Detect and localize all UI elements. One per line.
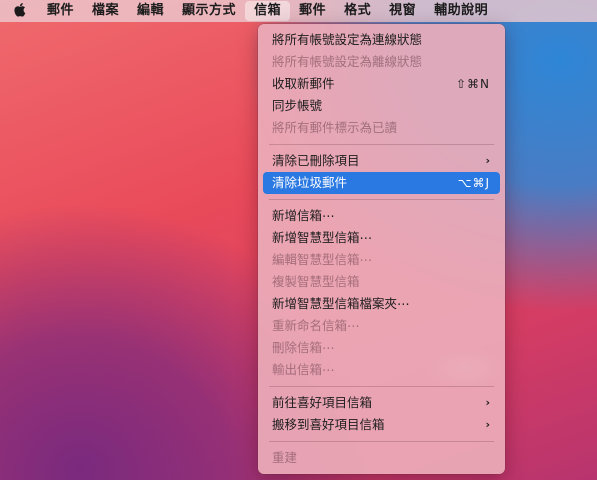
menubar-item-view[interactable]: 顯示方式 <box>173 0 245 22</box>
menu-item-get-new-mail[interactable]: 收取新郵件 ⇧⌘N <box>263 73 500 95</box>
menu-item-delete-mailbox: 刪除信箱⋯ <box>263 337 500 359</box>
menu-item-export-mailbox: 輸出信箱⋯ <box>263 359 500 381</box>
menu-item-label: 清除垃圾郵件 <box>272 175 348 190</box>
menu-item-synchronize-accounts[interactable]: 同步帳號 <box>263 95 500 117</box>
menu-item-duplicate-smart-mailbox: 複製智慧型信箱 <box>263 271 500 293</box>
menu-item-rebuild: 重建 <box>263 447 500 469</box>
apple-logo-icon <box>13 2 25 17</box>
desktop-wallpaper: 郵件 檔案 編輯 顯示方式 信箱 郵件 格式 視窗 輔助說明 將所有帳號設定為連… <box>0 0 597 480</box>
keyboard-shortcut: ⌥⌘J <box>457 176 490 190</box>
menu-item-new-smart-mailbox-folder[interactable]: 新增智慧型信箱檔案夾⋯ <box>263 293 500 315</box>
menubar-item-mail[interactable]: 郵件 <box>38 0 83 22</box>
menu-item-rename-mailbox: 重新命名信箱⋯ <box>263 315 500 337</box>
menu-separator <box>269 199 494 200</box>
menu-item-label: 將所有郵件標示為已讀 <box>272 120 398 135</box>
menu-item-label: 清除已刪除項目 <box>272 153 360 168</box>
menu-item-new-smart-mailbox[interactable]: 新增智慧型信箱⋯ <box>263 227 500 249</box>
menubar-item-mailbox[interactable]: 信箱 <box>245 1 291 21</box>
menu-item-label: 新增智慧型信箱⋯ <box>272 230 373 245</box>
chevron-right-icon: › <box>485 396 490 409</box>
menubar-item-message[interactable]: 郵件 <box>290 0 335 22</box>
menubar-item-file[interactable]: 檔案 <box>83 0 128 22</box>
apple-menu-icon[interactable] <box>0 2 38 21</box>
menu-item-move-to-favorite-mailbox[interactable]: 搬移到喜好項目信箱 › <box>263 414 500 436</box>
chevron-right-icon: › <box>485 154 490 167</box>
menubar-item-help[interactable]: 輔助說明 <box>425 0 497 22</box>
menu-item-label: 重新命名信箱⋯ <box>272 318 360 333</box>
menu-bar: 郵件 檔案 編輯 顯示方式 信箱 郵件 格式 視窗 輔助說明 <box>0 0 597 22</box>
menu-item-take-all-offline: 將所有帳號設定為離線狀態 <box>263 51 500 73</box>
menu-item-label: 同步帳號 <box>272 98 323 113</box>
menu-separator <box>269 441 494 442</box>
menubar-item-format[interactable]: 格式 <box>335 0 380 22</box>
menu-item-take-all-online[interactable]: 將所有帳號設定為連線狀態 <box>263 29 500 51</box>
menubar-item-edit[interactable]: 編輯 <box>128 0 173 22</box>
menu-item-label: 搬移到喜好項目信箱 <box>272 417 385 432</box>
menu-item-go-to-favorite-mailbox[interactable]: 前往喜好項目信箱 › <box>263 392 500 414</box>
menu-item-label: 重建 <box>272 450 298 465</box>
menubar-item-window[interactable]: 視窗 <box>380 0 425 22</box>
menu-item-label: 新增信箱⋯ <box>272 208 335 223</box>
menu-separator <box>269 386 494 387</box>
menu-item-label: 刪除信箱⋯ <box>272 340 335 355</box>
menu-item-label: 複製智慧型信箱 <box>272 274 360 289</box>
chevron-right-icon: › <box>485 418 490 431</box>
menu-item-edit-smart-mailbox: 編輯智慧型信箱⋯ <box>263 249 500 271</box>
menu-item-erase-junk-mail[interactable]: 清除垃圾郵件 ⌥⌘J <box>263 172 500 194</box>
menu-item-label: 新增智慧型信箱檔案夾⋯ <box>272 296 410 311</box>
menu-item-label: 將所有帳號設定為離線狀態 <box>272 54 423 69</box>
menu-item-label: 將所有帳號設定為連線狀態 <box>272 32 423 47</box>
menu-item-label: 前往喜好項目信箱 <box>272 395 373 410</box>
menu-item-label: 編輯智慧型信箱⋯ <box>272 252 373 267</box>
menu-item-new-mailbox[interactable]: 新增信箱⋯ <box>263 205 500 227</box>
mailbox-dropdown-menu: 將所有帳號設定為連線狀態 將所有帳號設定為離線狀態 收取新郵件 ⇧⌘N 同步帳號… <box>258 24 505 474</box>
menu-item-label: 輸出信箱⋯ <box>272 362 335 377</box>
keyboard-shortcut: ⇧⌘N <box>455 77 490 91</box>
menu-separator <box>269 144 494 145</box>
menu-item-erase-deleted-items[interactable]: 清除已刪除項目 › <box>263 150 500 172</box>
menu-item-mark-all-read: 將所有郵件標示為已讀 <box>263 117 500 139</box>
menu-item-label: 收取新郵件 <box>272 76 335 91</box>
